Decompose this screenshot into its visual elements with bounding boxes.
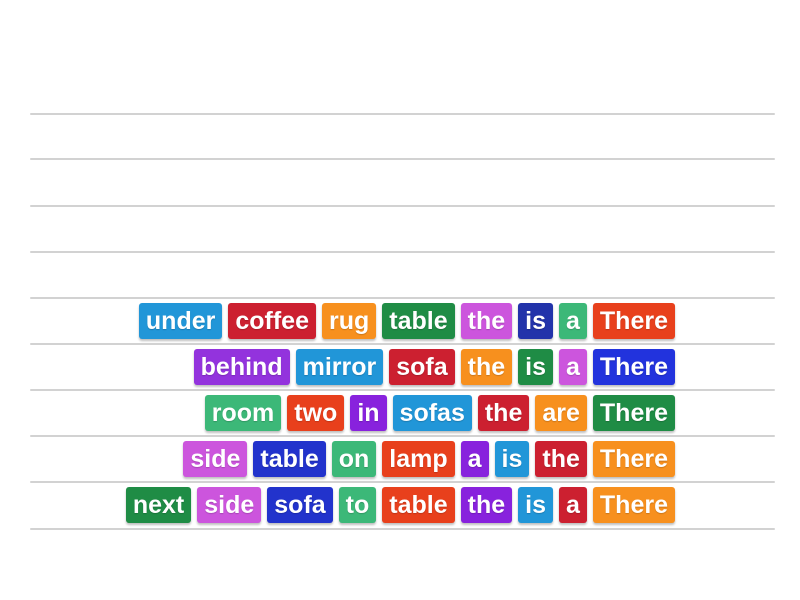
word-tile[interactable]: to xyxy=(338,487,377,523)
word-tile[interactable]: room xyxy=(204,395,282,431)
word-tile[interactable]: sofa xyxy=(389,349,455,385)
word-tile[interactable]: in xyxy=(350,395,387,431)
word-tile[interactable]: side xyxy=(197,487,262,523)
word-tile[interactable]: sofas xyxy=(392,395,472,431)
word-tile[interactable]: two xyxy=(287,395,345,431)
word-tile[interactable]: There xyxy=(592,395,675,431)
word-tile[interactable]: is xyxy=(518,487,553,523)
word-tile[interactable]: There xyxy=(592,349,675,385)
word-tile[interactable]: is xyxy=(518,349,553,385)
word-tile[interactable]: a xyxy=(460,441,489,477)
word-tile[interactable]: table xyxy=(253,441,326,477)
word-tile[interactable]: next xyxy=(125,487,192,523)
word-tile[interactable]: is xyxy=(494,441,530,477)
word-tile-rows: There a is the table rug coffee under There a is th… xyxy=(0,0,800,600)
sentence-row-1: There a is the sofa mirror behind xyxy=(191,348,678,386)
word-tile[interactable]: lamp xyxy=(382,441,455,477)
word-tile[interactable]: is xyxy=(518,303,553,339)
sentence-row-0: There a is the table rug coffee under xyxy=(136,302,678,340)
word-tile[interactable]: a xyxy=(559,487,587,523)
word-tile[interactable]: under xyxy=(138,303,223,339)
activity-canvas: There a is the table rug coffee under There a is th… xyxy=(0,0,800,600)
word-tile[interactable]: table xyxy=(382,303,455,339)
word-tile[interactable]: a xyxy=(559,303,587,339)
sentence-row-3: There the is a lamp on table side xyxy=(180,440,678,478)
word-tile[interactable]: sofa xyxy=(267,487,333,523)
word-tile[interactable]: There xyxy=(592,303,675,339)
word-tile[interactable]: are xyxy=(535,395,587,431)
word-tile[interactable]: There xyxy=(592,441,675,477)
word-tile[interactable]: the xyxy=(477,395,530,431)
word-tile[interactable]: There xyxy=(592,487,675,523)
sentence-row-2: There are the sofas in two room xyxy=(202,394,678,432)
word-tile[interactable]: on xyxy=(331,441,377,477)
word-tile[interactable]: the xyxy=(535,441,587,477)
word-tile[interactable]: table xyxy=(382,487,455,523)
word-tile[interactable]: side xyxy=(183,441,248,477)
word-tile[interactable]: rug xyxy=(322,303,377,339)
word-tile[interactable]: behind xyxy=(193,349,290,385)
word-tile[interactable]: mirror xyxy=(295,349,384,385)
word-tile[interactable]: a xyxy=(559,349,587,385)
word-tile[interactable]: the xyxy=(460,303,513,339)
word-tile[interactable]: the xyxy=(460,487,513,523)
sentence-row-4: There a is the table to sofa side next xyxy=(123,486,678,524)
word-tile[interactable]: the xyxy=(460,349,513,385)
word-tile[interactable]: coffee xyxy=(228,303,316,339)
